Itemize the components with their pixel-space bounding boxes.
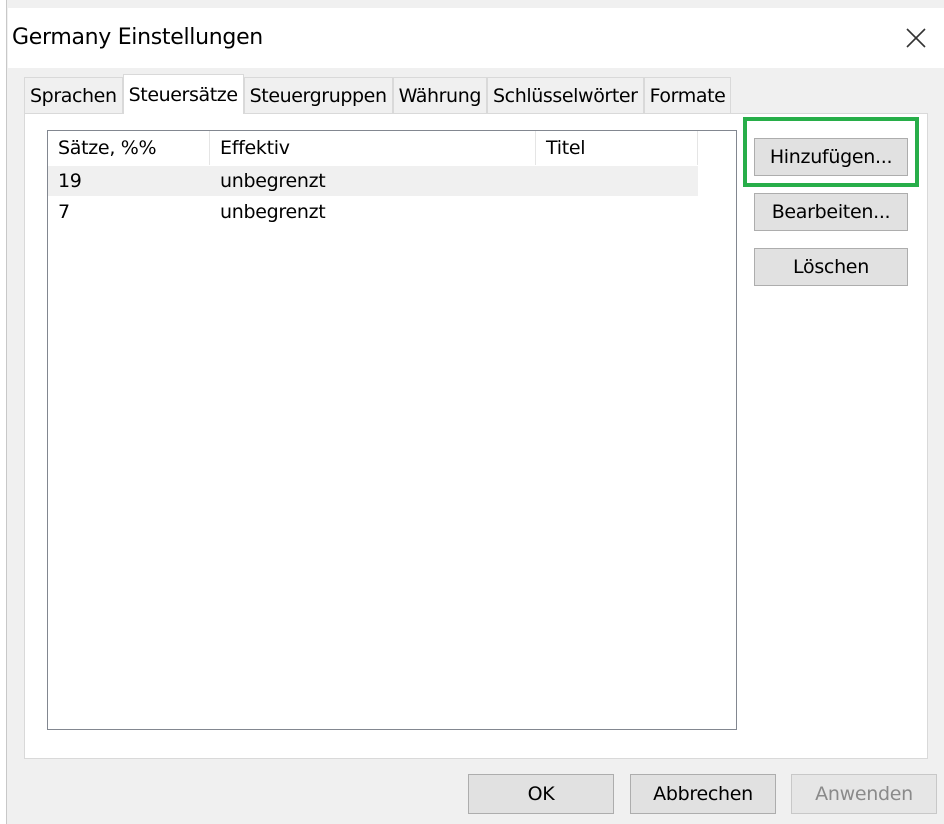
close-button[interactable] xyxy=(896,18,936,58)
window-edge xyxy=(0,0,7,824)
tab-strip: Sprachen Steuersätze Steuergruppen Währu… xyxy=(24,74,732,114)
cell-effective: unbegrenzt xyxy=(220,170,326,192)
title-bar: Germany Einstellungen xyxy=(8,8,944,68)
ok-button[interactable]: OK xyxy=(468,774,614,814)
settings-dialog: Germany Einstellungen Sprachen Steuersät… xyxy=(0,0,944,824)
table-row[interactable]: 7 unbegrenzt xyxy=(48,197,698,227)
column-header-effective[interactable]: Effektiv xyxy=(210,131,536,165)
add-button[interactable]: Hinzufügen... xyxy=(754,138,908,176)
cell-title xyxy=(536,197,698,227)
tab-schluesselwoerter[interactable]: Schlüsselwörter xyxy=(487,77,644,113)
close-icon xyxy=(906,28,926,48)
cell-rate: 7 xyxy=(58,201,70,223)
apply-button[interactable]: Anwenden xyxy=(791,774,937,814)
tab-waehrung[interactable]: Währung xyxy=(392,77,488,113)
cell-effective: unbegrenzt xyxy=(220,201,326,223)
tax-rates-list[interactable]: Sätze, %% Effektiv Titel 19 unbegrenzt 7… xyxy=(47,130,737,730)
delete-button[interactable]: Löschen xyxy=(754,248,908,286)
column-header-rate[interactable]: Sätze, %% xyxy=(48,131,210,165)
cell-rate: 19 xyxy=(58,170,82,192)
tab-sprachen[interactable]: Sprachen xyxy=(24,77,123,113)
cancel-button[interactable]: Abbrechen xyxy=(630,774,776,814)
tab-formate[interactable]: Formate xyxy=(643,77,732,113)
column-header-title[interactable]: Titel xyxy=(536,131,698,165)
list-header: Sätze, %% Effektiv Titel xyxy=(48,131,698,165)
cell-title xyxy=(536,166,698,196)
tab-steuersaetze[interactable]: Steuersätze xyxy=(122,74,244,114)
window-title: Germany Einstellungen xyxy=(12,25,263,50)
edit-button[interactable]: Bearbeiten... xyxy=(754,193,908,231)
table-row[interactable]: 19 unbegrenzt xyxy=(48,166,698,196)
tab-steuergruppen[interactable]: Steuergruppen xyxy=(243,77,393,113)
